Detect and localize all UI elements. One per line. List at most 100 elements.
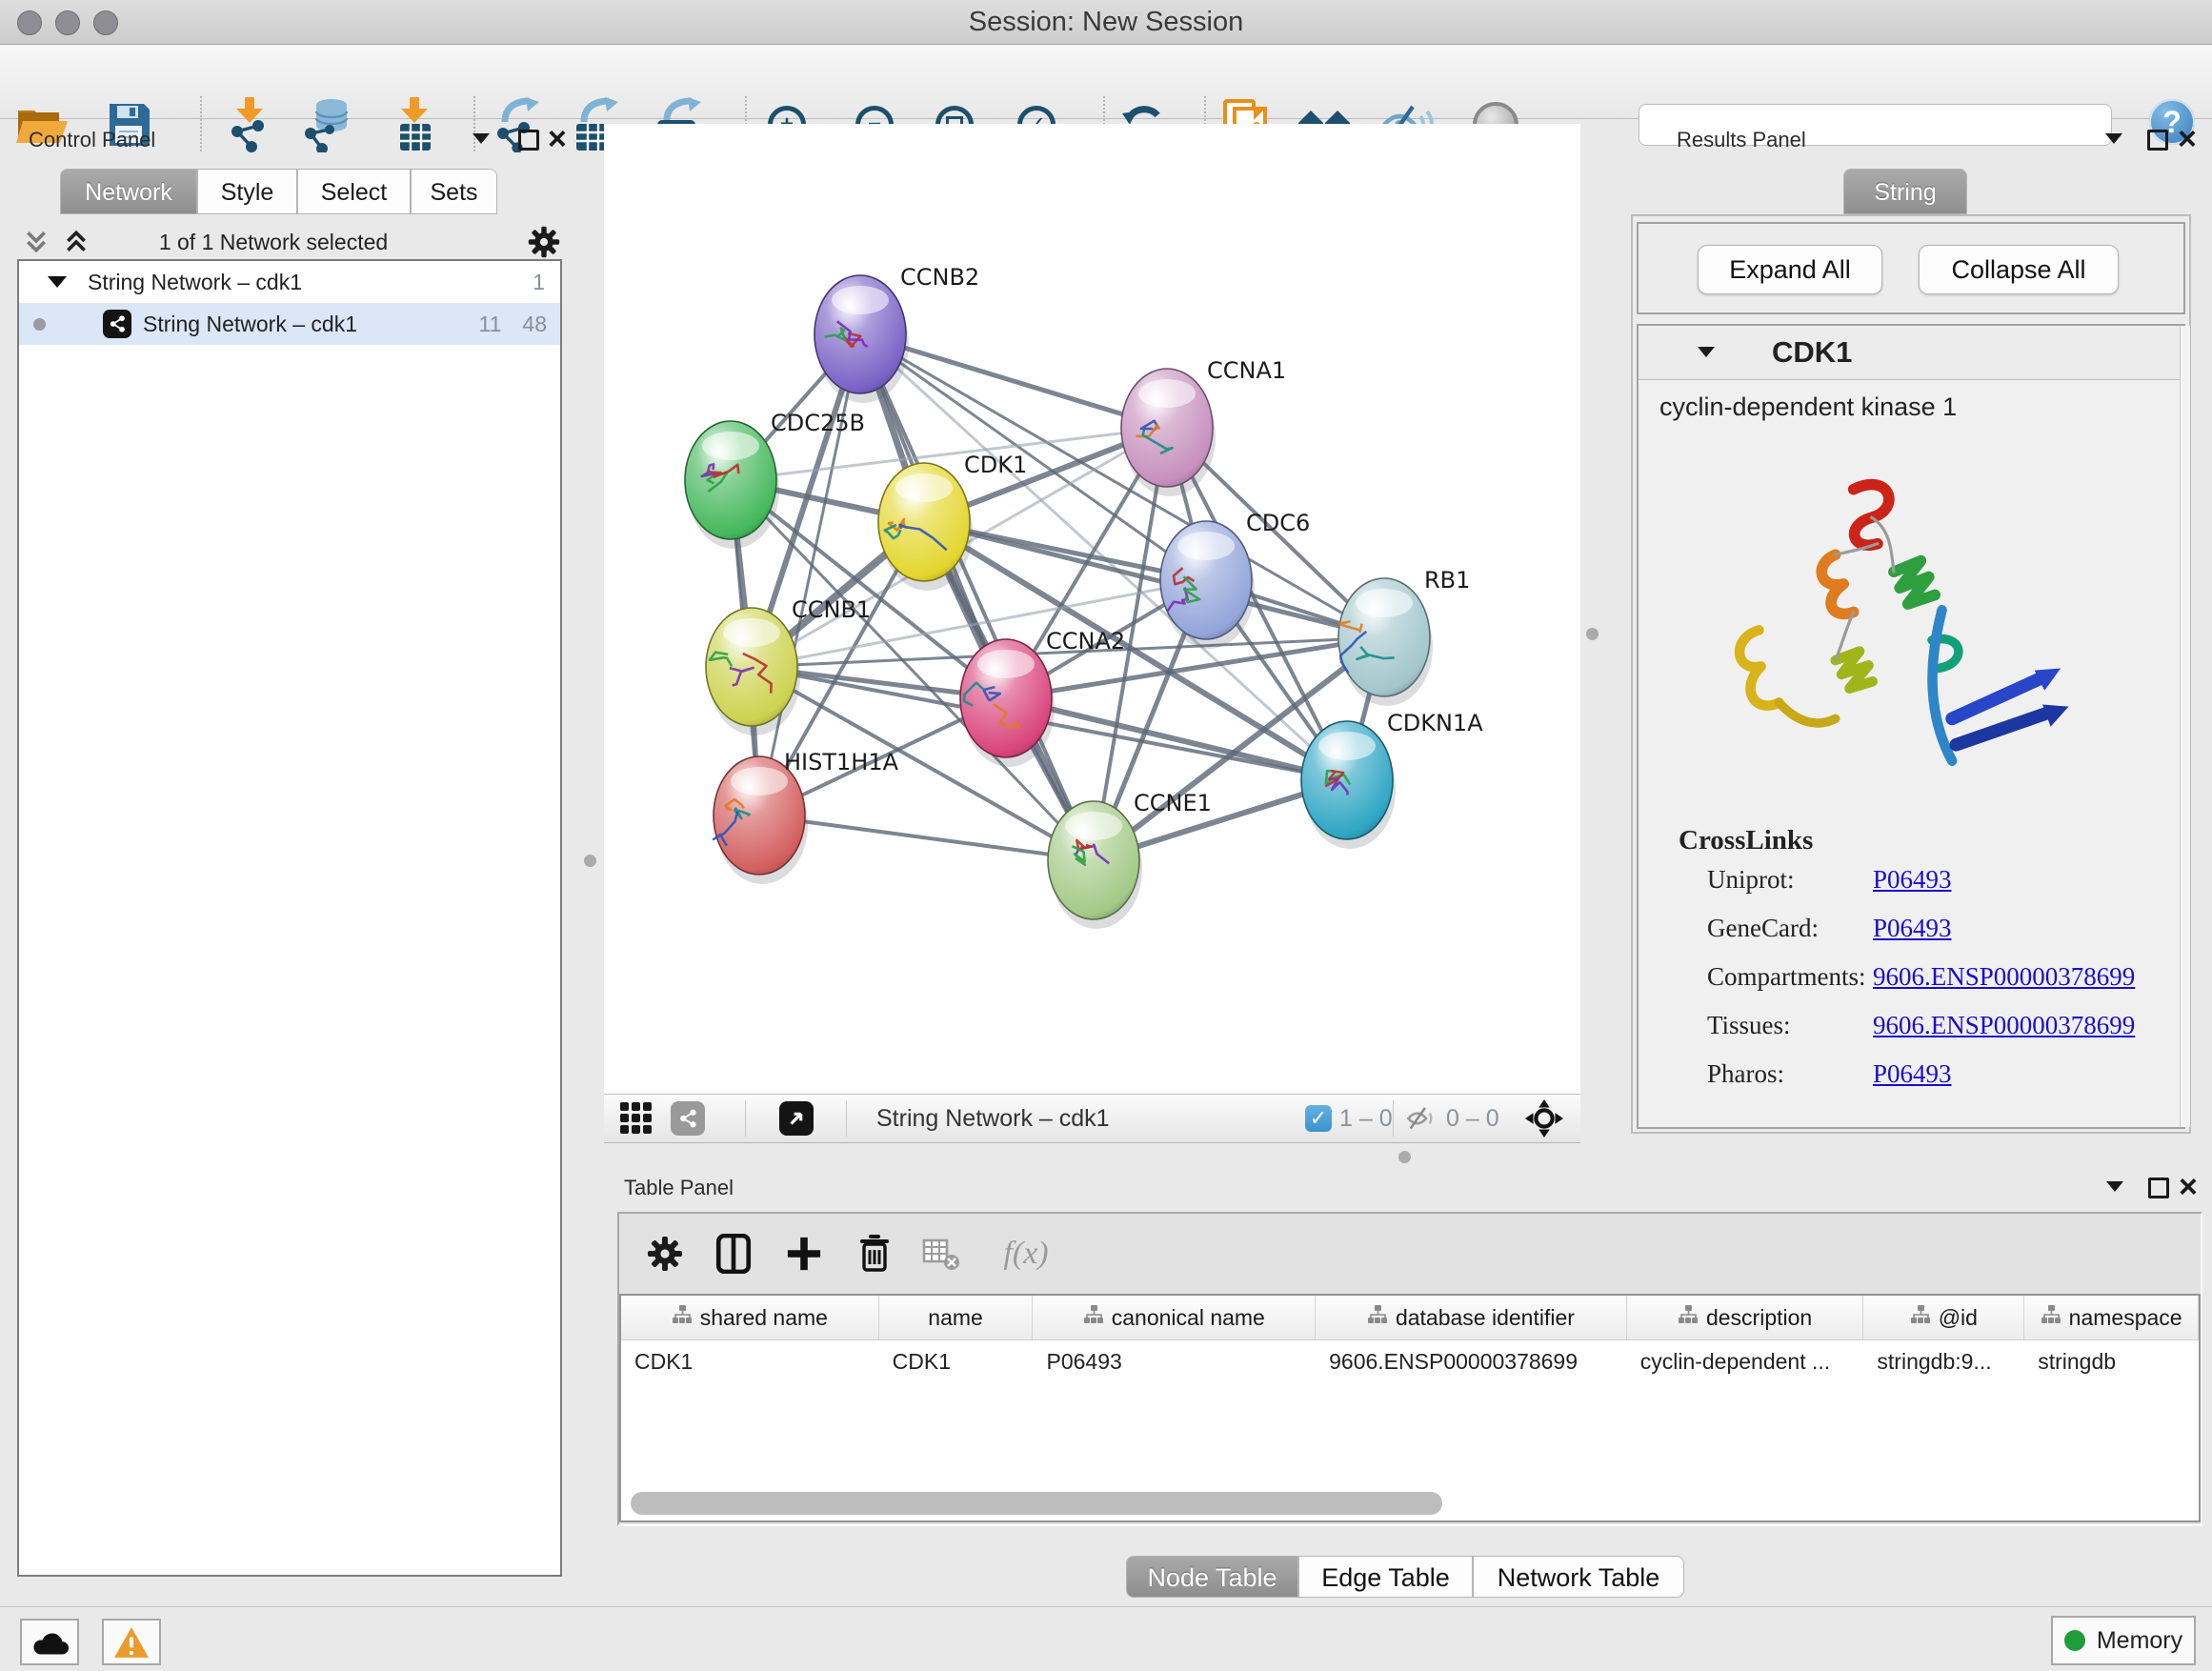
horizontal-scrollbar[interactable] bbox=[631, 1492, 1442, 1515]
crosslink-link[interactable]: 9606.ENSP00000378699 bbox=[1873, 1011, 2135, 1040]
network-edge[interactable] bbox=[860, 334, 1094, 860]
birds-eye-view-button[interactable] bbox=[619, 1095, 654, 1142]
cloud-icon bbox=[30, 1628, 70, 1657]
plus-icon bbox=[786, 1236, 822, 1272]
node-label-CCNE1: CCNE1 bbox=[1134, 790, 1212, 816]
table-tabs: Node Table Edge Table Network Table bbox=[1126, 1556, 1688, 1598]
column-header-description[interactable]: description bbox=[1627, 1296, 1864, 1339]
tab-select[interactable]: Select bbox=[297, 169, 411, 214]
crosslink-link[interactable]: 9606.ENSP00000378699 bbox=[1873, 962, 2135, 992]
function-builder-button[interactable]: f(x) bbox=[983, 1231, 1069, 1277]
table-cell[interactable]: stringdb:9... bbox=[1863, 1340, 2024, 1382]
network-node-CDKN1A[interactable] bbox=[1301, 721, 1396, 849]
collapse-panel-icon[interactable] bbox=[2105, 133, 2122, 144]
network-node-CCNB1[interactable] bbox=[706, 608, 800, 735]
column-label: @id bbox=[1939, 1305, 1978, 1331]
column-header--id[interactable]: @id bbox=[1863, 1296, 2024, 1339]
selected-checkbox-icon: ✓ bbox=[1305, 1105, 1332, 1132]
vertical-splitter-handle[interactable] bbox=[584, 855, 596, 867]
cloud-status-button[interactable] bbox=[20, 1619, 79, 1665]
table-cell[interactable]: 9606.ENSP00000378699 bbox=[1316, 1340, 1627, 1382]
table-cell[interactable]: CDK1 bbox=[621, 1340, 879, 1382]
network-canvas[interactable]: CCNB2CCNA1CDC25BCDK1CDC6RB1CCNB1CCNA2CDK… bbox=[604, 124, 1580, 1094]
column-header-namespace[interactable]: namespace bbox=[2024, 1296, 2199, 1339]
float-panel-icon[interactable] bbox=[2148, 1178, 2169, 1198]
collapse-all-chevron-icon[interactable] bbox=[63, 229, 90, 255]
shared-column-icon bbox=[1678, 1304, 1699, 1331]
protein-description: cyclin-dependent kinase 1 bbox=[1659, 393, 1957, 422]
column-header-name[interactable]: name bbox=[879, 1296, 1034, 1339]
collapse-panel-icon[interactable] bbox=[473, 133, 490, 144]
network-row[interactable]: String Network – cdk1 11 48 bbox=[19, 303, 560, 345]
close-panel-icon[interactable]: × bbox=[2178, 130, 2197, 149]
pan-mode-button[interactable] bbox=[1524, 1095, 1564, 1142]
network-collection-row[interactable]: String Network – cdk1 1 bbox=[19, 261, 560, 303]
show-columns-button[interactable] bbox=[711, 1231, 756, 1277]
collapse-panel-icon[interactable] bbox=[2106, 1181, 2123, 1192]
column-header-database-identifier[interactable]: database identifier bbox=[1316, 1296, 1627, 1339]
table-cell[interactable]: stringdb bbox=[2024, 1340, 2199, 1382]
horizontal-splitter-handle[interactable] bbox=[1398, 1151, 1411, 1163]
crosslink-link[interactable]: P06493 bbox=[1873, 914, 1952, 943]
close-panel-icon[interactable]: × bbox=[548, 130, 567, 149]
collapse-section-icon[interactable] bbox=[1698, 347, 1715, 357]
tab-style[interactable]: Style bbox=[197, 169, 297, 214]
table-cell[interactable]: cyclin-dependent ... bbox=[1627, 1340, 1864, 1382]
float-panel-icon[interactable] bbox=[2147, 130, 2168, 151]
float-panel-icon[interactable] bbox=[518, 130, 539, 151]
network-node-RB1[interactable] bbox=[1338, 578, 1433, 706]
table-options-button[interactable] bbox=[642, 1231, 688, 1277]
tab-string[interactable]: String bbox=[1843, 169, 1967, 214]
expand-all-chevron-icon[interactable] bbox=[23, 229, 50, 255]
table-cell[interactable]: CDK1 bbox=[879, 1340, 1034, 1382]
tab-network-table[interactable]: Network Table bbox=[1473, 1556, 1684, 1598]
delete-column-button[interactable] bbox=[852, 1231, 897, 1277]
tab-network[interactable]: Network bbox=[60, 169, 197, 214]
memory-label: Memory bbox=[2097, 1627, 2182, 1655]
trash-icon bbox=[856, 1234, 893, 1274]
results-panel-title: Results Panel bbox=[1677, 128, 1806, 152]
selected-count-indicator[interactable]: ✓ 1 – 0 bbox=[1305, 1095, 1393, 1142]
create-column-button[interactable] bbox=[781, 1231, 827, 1277]
network-edge[interactable] bbox=[759, 815, 1094, 860]
tab-sets[interactable]: Sets bbox=[411, 169, 497, 214]
column-label: canonical name bbox=[1112, 1305, 1265, 1331]
hidden-count-indicator[interactable]: 0 – 0 bbox=[1406, 1095, 1499, 1142]
network-node-CDC6[interactable] bbox=[1160, 521, 1255, 649]
tab-node-table[interactable]: Node Table bbox=[1126, 1556, 1298, 1598]
table-cell[interactable]: P06493 bbox=[1033, 1340, 1316, 1382]
detach-view-button[interactable] bbox=[779, 1095, 814, 1142]
crosslink-row: Tissues:9606.ENSP00000378699 bbox=[1639, 1011, 2187, 1059]
network-node-HIST1H1A[interactable] bbox=[714, 756, 808, 884]
network-edge[interactable] bbox=[759, 334, 860, 815]
table-row[interactable]: CDK1CDK1P064939606.ENSP00000378699cyclin… bbox=[621, 1340, 2199, 1382]
protein-card-header[interactable]: CDK1 bbox=[1639, 326, 2183, 380]
memory-button[interactable]: Memory bbox=[2051, 1616, 2196, 1665]
network-node-CCNE1[interactable] bbox=[1048, 801, 1142, 929]
column-header-canonical-name[interactable]: canonical name bbox=[1033, 1296, 1316, 1339]
network-node-CDC25B[interactable] bbox=[685, 421, 779, 549]
close-panel-icon[interactable]: × bbox=[2179, 1178, 2198, 1197]
protein-structure-image bbox=[1691, 459, 2101, 821]
vertical-splitter-handle[interactable] bbox=[1586, 628, 1599, 640]
tree-expand-icon[interactable] bbox=[48, 276, 67, 288]
expand-all-button[interactable]: Expand All bbox=[1698, 245, 1882, 294]
results-scrollbar[interactable] bbox=[2180, 326, 2190, 1127]
network-node-CCNA2[interactable] bbox=[960, 639, 1055, 767]
crosslink-link[interactable]: P06493 bbox=[1873, 865, 1952, 895]
node-label-CDC25B: CDC25B bbox=[771, 410, 865, 436]
edge-count: 48 bbox=[522, 312, 547, 337]
gear-icon[interactable] bbox=[527, 225, 561, 259]
delete-table-icon bbox=[922, 1236, 960, 1272]
warnings-button[interactable] bbox=[102, 1619, 161, 1665]
tab-edge-table[interactable]: Edge Table bbox=[1298, 1556, 1473, 1598]
collapse-all-button[interactable]: Collapse All bbox=[1919, 245, 2119, 294]
network-node-CCNB2[interactable] bbox=[814, 275, 909, 403]
delete-table-button[interactable] bbox=[918, 1231, 964, 1277]
network-node-CDK1[interactable] bbox=[878, 463, 973, 591]
application-window: Session: New Session bbox=[0, 0, 2212, 1671]
window-titlebar: Session: New Session bbox=[0, 0, 2212, 45]
network-overview-button[interactable] bbox=[671, 1095, 705, 1142]
column-header-shared-name[interactable]: shared name bbox=[621, 1296, 879, 1339]
crosslink-link[interactable]: P06493 bbox=[1873, 1059, 1952, 1089]
